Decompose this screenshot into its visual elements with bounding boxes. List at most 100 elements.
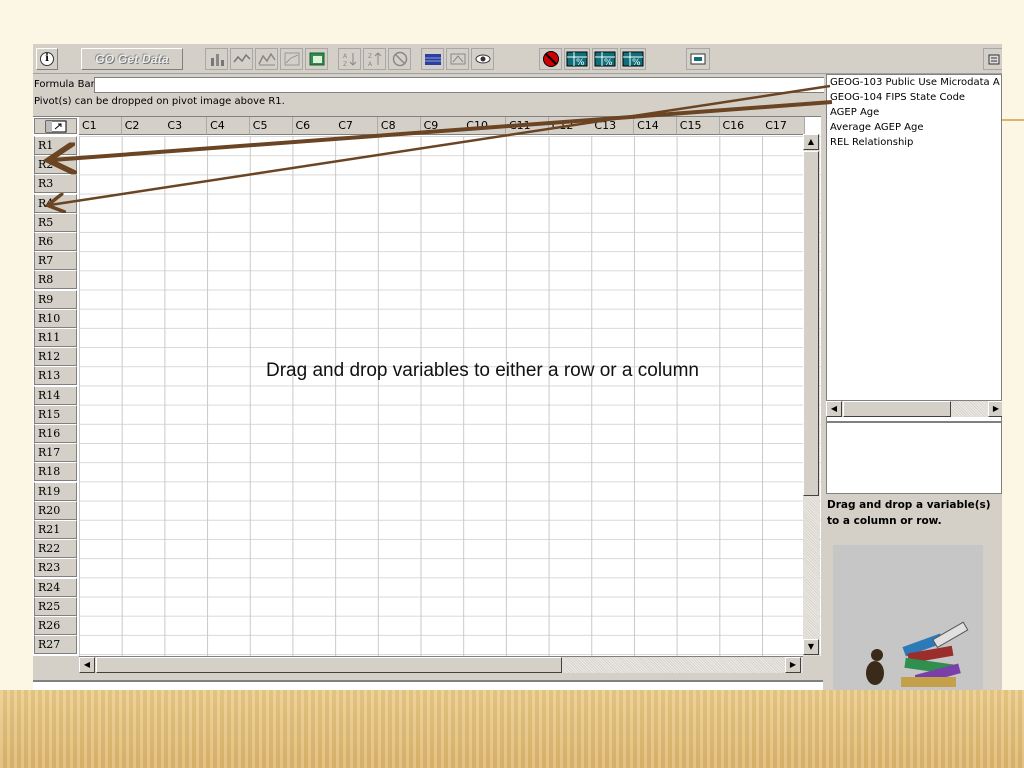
- column-header[interactable]: C6: [292, 117, 336, 135]
- transpose-button[interactable]: [446, 48, 469, 70]
- go-get-data-button[interactable]: GO Get Data: [81, 48, 183, 70]
- column-header[interactable]: C17: [762, 117, 806, 135]
- vertical-scroll-thumb[interactable]: [803, 151, 819, 496]
- scatter-chart-icon: [284, 52, 299, 66]
- percent-total-button[interactable]: %: [620, 48, 646, 70]
- row-header[interactable]: R27: [34, 635, 77, 655]
- percent-row-button[interactable]: %: [564, 48, 590, 70]
- row-header[interactable]: R18: [34, 462, 77, 482]
- variable-item[interactable]: GEOG-104 FIPS State Code: [827, 90, 1001, 105]
- row-header[interactable]: R8: [34, 270, 77, 290]
- export-icon: [690, 53, 706, 65]
- row-header[interactable]: R6: [34, 232, 77, 251]
- column-header[interactable]: C12: [548, 117, 592, 135]
- scroll-left-button[interactable]: ◀: [79, 657, 95, 673]
- status-bar: [33, 680, 823, 690]
- column-header[interactable]: C3: [164, 117, 208, 135]
- row-header[interactable]: R24: [34, 577, 77, 597]
- column-header[interactable]: C14: [634, 117, 678, 135]
- row-header[interactable]: R23: [34, 558, 77, 578]
- scatter-chart-button[interactable]: [280, 48, 303, 70]
- view-toggle-button[interactable]: [471, 48, 494, 70]
- svg-text:A: A: [343, 53, 348, 60]
- variable-item[interactable]: Average AGEP Age: [827, 120, 1001, 135]
- sort-ascending-button[interactable]: AZ: [338, 48, 361, 70]
- variable-drop-box[interactable]: [826, 422, 1002, 494]
- row-header[interactable]: R3: [34, 174, 77, 194]
- column-header[interactable]: C7: [335, 117, 379, 135]
- grid-cells[interactable]: [79, 136, 821, 656]
- row-header[interactable]: R15: [34, 404, 77, 424]
- variable-scroll-thumb[interactable]: [843, 401, 951, 417]
- row-header[interactable]: R26: [34, 616, 77, 635]
- row-header[interactable]: R9: [34, 289, 77, 309]
- stop-button[interactable]: [539, 48, 562, 70]
- variable-list[interactable]: GEOG-103 Public Use Microdata A GEOG-104 …: [826, 74, 1002, 422]
- scroll-down-button[interactable]: ▼: [803, 639, 819, 655]
- row-header[interactable]: R16: [34, 424, 77, 443]
- variable-scroll-left-button[interactable]: ◀: [826, 401, 842, 417]
- variable-item[interactable]: AGEP Age: [827, 105, 1001, 120]
- row-header[interactable]: R7: [34, 251, 77, 271]
- svg-text:Z: Z: [343, 61, 347, 67]
- slide-accent-line: [1000, 119, 1024, 121]
- filter-off-button[interactable]: [388, 48, 411, 70]
- row-header[interactable]: R12: [34, 347, 77, 367]
- variable-list-scrollbar[interactable]: ◀ ▶: [826, 400, 1002, 417]
- pivot-corner-button[interactable]: [34, 118, 77, 134]
- column-header[interactable]: C1: [79, 117, 122, 135]
- percent-column-button[interactable]: %: [592, 48, 618, 70]
- stop-icon: [542, 51, 559, 67]
- sort-descending-icon: ZA: [368, 52, 381, 67]
- row-header[interactable]: R25: [34, 596, 77, 616]
- no-filter-icon: [392, 51, 407, 67]
- row-header[interactable]: R21: [34, 520, 77, 539]
- export-button[interactable]: [686, 48, 710, 70]
- column-header[interactable]: C13: [591, 117, 635, 135]
- mascot-icon: [866, 621, 969, 687]
- help-button[interactable]: [983, 48, 1002, 70]
- sort-descending-button[interactable]: ZA: [363, 48, 386, 70]
- scroll-right-button[interactable]: ▶: [785, 657, 801, 673]
- row-header[interactable]: R22: [34, 539, 77, 559]
- row-header[interactable]: R2: [34, 155, 77, 175]
- svg-text:%: %: [576, 58, 585, 67]
- column-header[interactable]: C9: [420, 117, 464, 135]
- row-header[interactable]: R19: [34, 481, 77, 501]
- svg-text:Z: Z: [368, 53, 372, 60]
- row-header[interactable]: R17: [34, 443, 77, 463]
- row-header[interactable]: R4: [34, 193, 77, 213]
- column-header[interactable]: C2: [121, 117, 165, 135]
- grid-horizontal-scrollbar[interactable]: ◀ ▶: [79, 656, 803, 673]
- line-chart-button[interactable]: [230, 48, 253, 70]
- table-view-button[interactable]: [305, 48, 328, 70]
- grid-vertical-scrollbar[interactable]: ▲ ▼: [803, 134, 820, 656]
- variable-item[interactable]: REL Relationship: [827, 135, 1001, 150]
- column-header[interactable]: C8: [377, 117, 421, 135]
- row-header[interactable]: R5: [34, 212, 77, 232]
- area-chart-button[interactable]: [255, 48, 278, 70]
- horizontal-scroll-thumb[interactable]: [96, 657, 562, 673]
- column-header[interactable]: C10: [463, 117, 507, 135]
- bar-chart-button[interactable]: [205, 48, 228, 70]
- row-header[interactable]: R14: [34, 385, 77, 405]
- grid-view-button[interactable]: [421, 48, 444, 70]
- scroll-up-button[interactable]: ▲: [803, 134, 819, 150]
- row-header[interactable]: R11: [34, 328, 77, 347]
- info-button[interactable]: i: [36, 48, 58, 70]
- row-header[interactable]: R20: [34, 500, 77, 520]
- column-header[interactable]: C15: [676, 117, 720, 135]
- column-header[interactable]: C11: [506, 117, 549, 135]
- pivot-note: Pivot(s) can be dropped on pivot image a…: [34, 96, 285, 107]
- column-header[interactable]: C5: [249, 117, 293, 135]
- row-header[interactable]: R10: [34, 308, 77, 328]
- variable-scroll-right-button[interactable]: ▶: [988, 401, 1002, 417]
- instruction-annotation: Drag and drop variables to either a row …: [266, 360, 700, 381]
- row-header[interactable]: R13: [34, 366, 77, 386]
- column-header[interactable]: C16: [719, 117, 763, 135]
- column-header[interactable]: C4: [207, 117, 251, 135]
- formula-input[interactable]: [94, 77, 824, 93]
- row-header[interactable]: R1: [34, 136, 77, 155]
- table-view-icon: [309, 52, 324, 66]
- variable-item[interactable]: GEOG-103 Public Use Microdata A: [827, 75, 1001, 90]
